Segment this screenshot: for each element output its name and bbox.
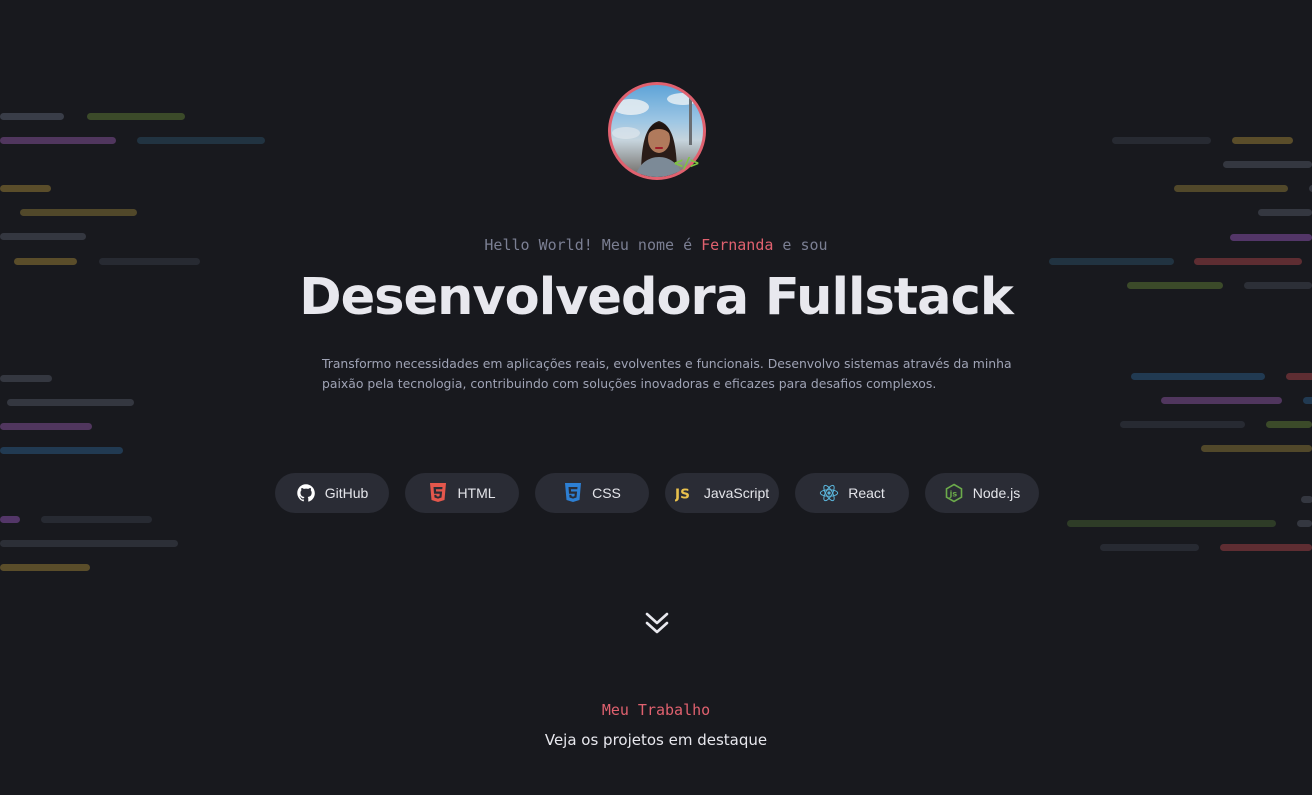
github-icon [296, 483, 316, 503]
greeting-prefix: Hello World! Meu nome é [484, 236, 702, 254]
tech-pill-github[interactable]: GitHub [275, 473, 389, 513]
tech-label: JavaScript [703, 485, 770, 501]
scroll-down-icon[interactable] [643, 610, 671, 638]
tech-pill-react[interactable]: React [795, 473, 909, 513]
profile-avatar: </> [608, 82, 706, 180]
css3-icon [563, 483, 583, 503]
html5-icon [428, 483, 448, 503]
tech-pill-html[interactable]: HTML [405, 473, 519, 513]
nodejs-icon: js [944, 483, 964, 503]
svg-text:js: js [948, 490, 957, 499]
portfolio-page: </> Hello World! Meu nome é Fernanda e s… [0, 0, 1312, 795]
tech-pill-javascript[interactable]: JS JavaScript [665, 473, 779, 513]
tech-label: HTML [457, 485, 496, 501]
tech-stack-list: GitHub HTML CSS JS JavaScript React js N… [275, 473, 1039, 513]
hero-description: Transformo necessidades em aplicações re… [322, 356, 1012, 391]
tech-label: Node.js [972, 485, 1021, 501]
code-badge-icon: </> [674, 154, 699, 172]
greeting-suffix: e sou [773, 236, 828, 254]
hero-title: Desenvolvedora Fullstack [299, 268, 1014, 327]
greeting-name: Fernanda [701, 236, 774, 254]
section-kicker: Meu Trabalho [601, 701, 711, 719]
tech-pill-css[interactable]: CSS [535, 473, 649, 513]
js-icon: JS [675, 483, 695, 503]
hero-greeting: Hello World! Meu nome é Fernanda e sou [0, 236, 1312, 254]
tech-pill-nodejs[interactable]: js Node.js [925, 473, 1039, 513]
react-icon [819, 483, 839, 503]
tech-label: CSS [592, 485, 621, 501]
section-title: Veja os projetos em destaque [544, 731, 768, 749]
tech-label: React [848, 485, 885, 501]
svg-text:JS: JS [675, 486, 690, 502]
tech-label: GitHub [324, 485, 369, 501]
